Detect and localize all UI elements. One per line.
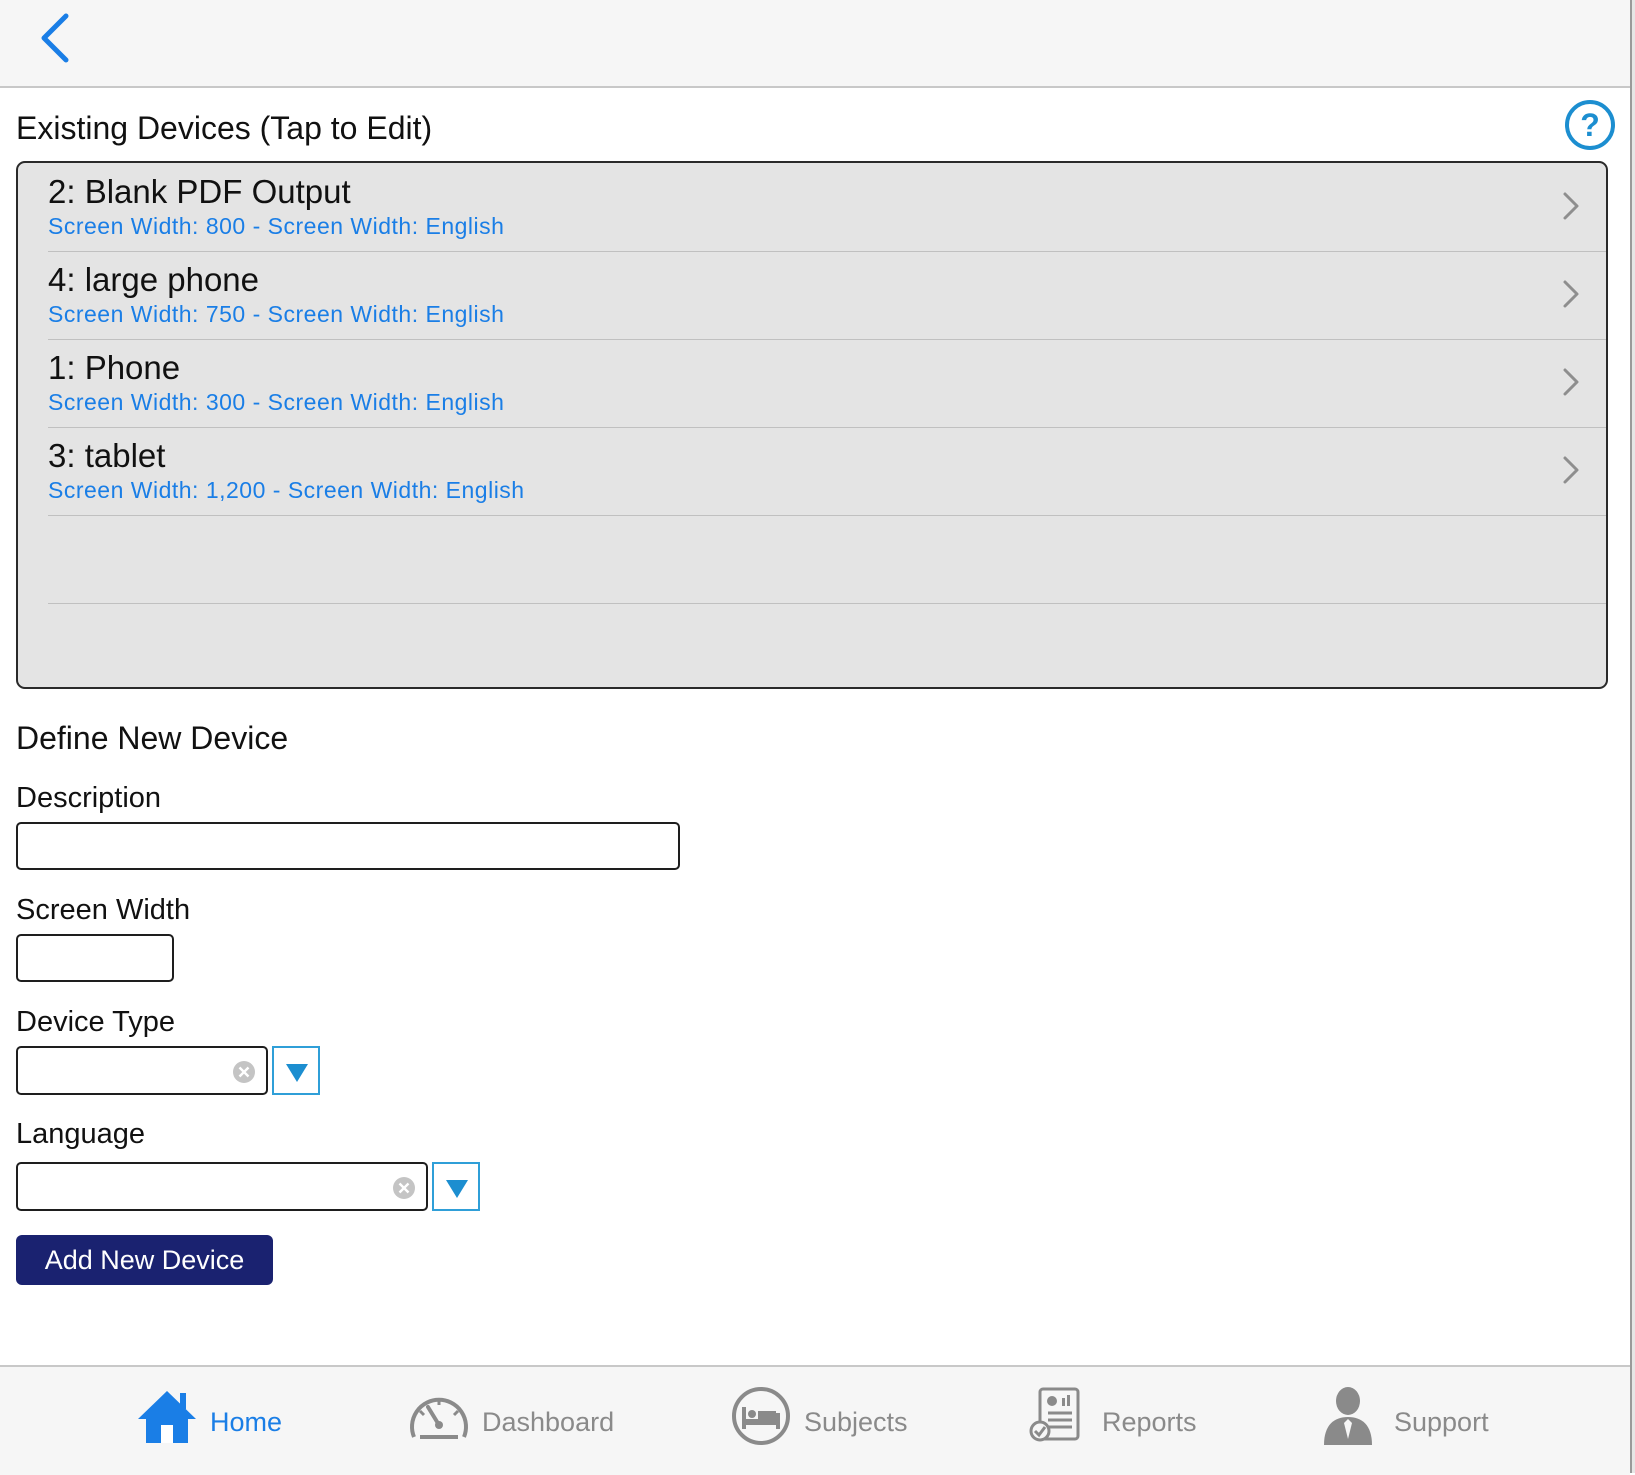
language-label: Language (16, 1118, 146, 1150)
home-icon (138, 1391, 196, 1443)
tab-label: Support (1394, 1407, 1489, 1437)
tab-label: Dashboard (482, 1407, 615, 1437)
device-name: 4: large phone (48, 261, 260, 298)
device-settings-screen: Existing Devices (Tap to Edit) ? 2: Blan… (0, 0, 1630, 1475)
tab-home[interactable]: Home (136, 1367, 286, 1473)
chevron-right-icon (1563, 456, 1579, 484)
existing-devices-list: 2: Blank PDF Output Screen Width: 800 - … (16, 161, 1608, 689)
chevron-left-icon (41, 13, 69, 63)
device-row-2[interactable]: 1: Phone Screen Width: 300 - Screen Widt… (48, 339, 1606, 428)
language-dropdown-button[interactable] (432, 1162, 480, 1211)
device-name: 2: Blank PDF Output (48, 173, 351, 210)
device-name: 1: Phone (48, 349, 181, 386)
report-document-icon (1029, 1387, 1080, 1442)
speedometer-icon (410, 1397, 468, 1439)
tab-dashboard[interactable]: Dashboard (408, 1367, 618, 1473)
chevron-right-icon (1563, 280, 1579, 308)
device-row-3[interactable]: 3: tablet Screen Width: 1,200 - Screen W… (48, 427, 1606, 516)
description-label: Description (16, 782, 162, 814)
tab-label: Reports (1102, 1407, 1197, 1437)
tab-label: Home (210, 1407, 283, 1437)
person-icon (1324, 1387, 1372, 1445)
triangle-down-icon (446, 1180, 468, 1198)
clear-icon[interactable] (232, 1060, 256, 1084)
device-row-0[interactable]: 2: Blank PDF Output Screen Width: 800 - … (48, 163, 1606, 252)
chevron-right-icon (1563, 368, 1579, 396)
back-button[interactable] (36, 12, 76, 64)
screen-width-input[interactable] (16, 934, 174, 982)
question-circle-icon: ? (1565, 100, 1615, 150)
device-detail: Screen Width: 750 - Screen Width: Englis… (48, 301, 505, 327)
window-edge-line (1630, 0, 1632, 1473)
device-detail: Screen Width: 300 - Screen Width: Englis… (48, 389, 505, 415)
device-type-label: Device Type (16, 1006, 176, 1038)
help-button[interactable]: ? (1563, 98, 1617, 152)
tab-label: Subjects (804, 1407, 908, 1437)
bed-icon (732, 1387, 790, 1445)
language-combobox[interactable] (16, 1162, 428, 1211)
svg-text:?: ? (1580, 107, 1600, 143)
tab-subjects[interactable]: Subjects (730, 1367, 920, 1473)
clear-icon[interactable] (392, 1176, 416, 1200)
add-new-device-button[interactable]: Add New Device (16, 1235, 273, 1285)
top-nav-bar (0, 0, 1630, 88)
tab-support[interactable]: Support (1320, 1367, 1500, 1473)
screen-width-label: Screen Width (16, 894, 191, 926)
device-detail: Screen Width: 1,200 - Screen Width: Engl… (48, 477, 525, 503)
define-new-device-title: Define New Device (16, 720, 289, 756)
device-row-1[interactable]: 4: large phone Screen Width: 750 - Scree… (48, 251, 1606, 340)
description-input[interactable] (16, 822, 680, 870)
device-name: 3: tablet (48, 437, 166, 474)
empty-list-row (48, 515, 1606, 604)
device-detail: Screen Width: 800 - Screen Width: Englis… (48, 213, 505, 239)
bottom-tab-bar: Home Dashboard Subjects Reports Support (0, 1365, 1630, 1475)
tab-reports[interactable]: Reports (1028, 1367, 1208, 1473)
chevron-right-icon (1563, 192, 1579, 220)
existing-devices-title: Existing Devices (Tap to Edit) (16, 110, 433, 146)
triangle-down-icon (286, 1064, 308, 1082)
device-type-dropdown-button[interactable] (272, 1046, 320, 1095)
device-type-combobox[interactable] (16, 1046, 268, 1095)
